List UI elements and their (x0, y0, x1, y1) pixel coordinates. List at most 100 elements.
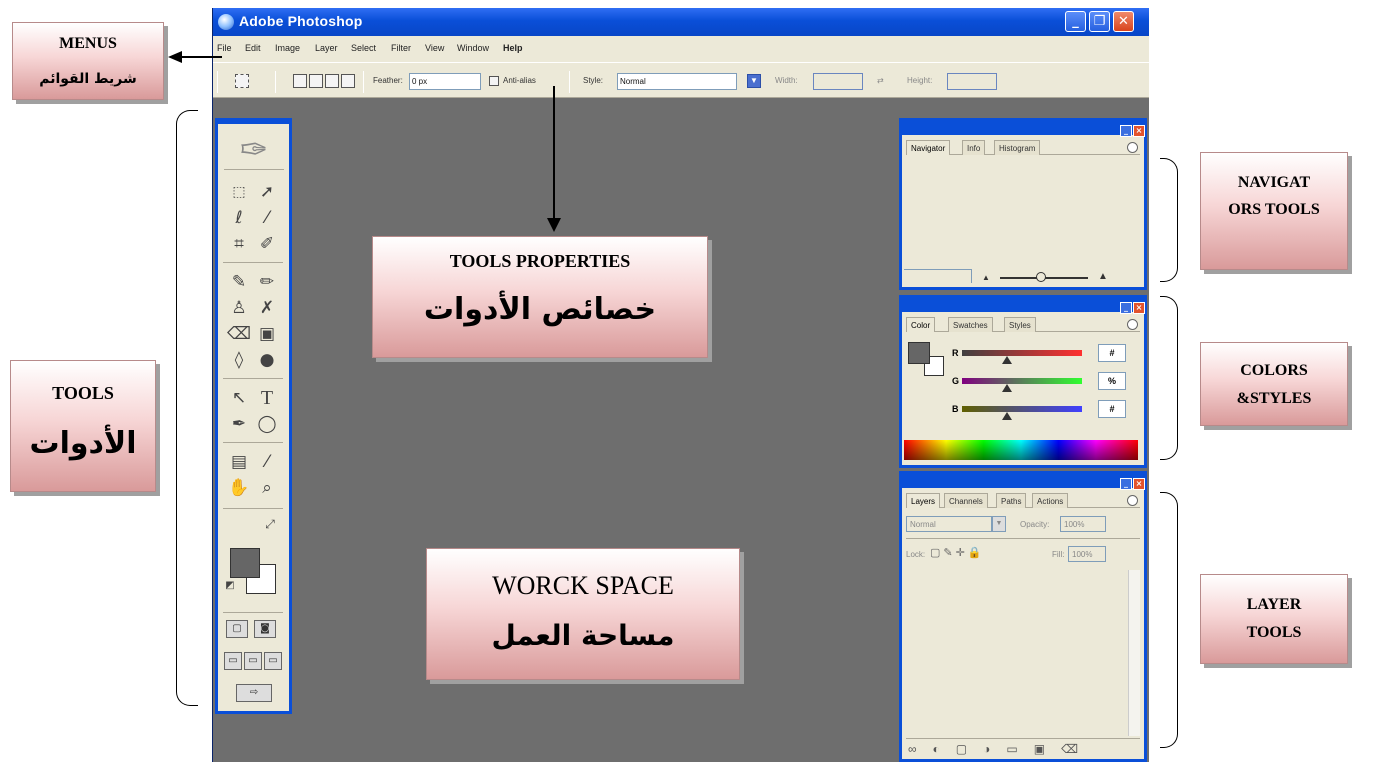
eyedropper-tool-icon[interactable]: ⁄ (254, 450, 280, 474)
pen-tool-icon[interactable]: ✒ (226, 412, 252, 436)
clone-stamp-tool-icon[interactable]: ♙ (226, 296, 252, 320)
title-bar[interactable]: Adobe Photoshop _ ❐ ✕ (213, 8, 1149, 36)
feather-input[interactable]: 0 px (409, 73, 481, 90)
palette-close-button[interactable]: × (1133, 125, 1145, 137)
minimize-button[interactable]: _ (1065, 11, 1086, 32)
zoom-tool-icon[interactable]: ⌕ (254, 476, 280, 500)
tab-actions[interactable]: Actions (1032, 493, 1069, 508)
red-slider-thumb[interactable] (1002, 356, 1012, 364)
menu-filter[interactable]: Filter (391, 43, 411, 53)
subtract-selection-icon[interactable] (325, 74, 339, 88)
menu-view[interactable]: View (425, 43, 444, 53)
menu-layer[interactable]: Layer (315, 43, 338, 53)
zoom-percent-field[interactable] (904, 269, 972, 283)
path-selection-tool-icon[interactable]: ↖ (226, 386, 252, 410)
shape-tool-icon[interactable]: ◯ (254, 412, 280, 436)
opacity-field[interactable]: 100% (1060, 516, 1106, 532)
hand-tool-icon[interactable]: ✋ (226, 476, 252, 500)
fill-field[interactable]: 100% (1068, 546, 1106, 562)
healing-brush-tool-icon[interactable]: ✎ (226, 270, 252, 294)
default-colors-icon[interactable]: ◩ (224, 580, 236, 592)
menu-window[interactable]: Window (457, 43, 489, 53)
zoom-out-icon[interactable]: ▲ (982, 273, 990, 282)
tab-info[interactable]: Info (962, 140, 986, 155)
new-selection-icon[interactable] (293, 74, 307, 88)
layers-scrollbar[interactable] (1128, 570, 1140, 736)
menu-image[interactable]: Image (275, 43, 300, 53)
palette-close-button[interactable]: × (1133, 478, 1145, 490)
layer-actions-icons[interactable]: ∞◐▢◑▭▣⌫ (908, 742, 1094, 756)
type-tool-icon[interactable]: T (254, 386, 280, 410)
menu-edit[interactable]: Edit (245, 43, 261, 53)
green-slider-thumb[interactable] (1002, 384, 1012, 392)
chevron-down-icon[interactable]: ▼ (747, 74, 761, 88)
zoom-in-icon[interactable]: ▲ (1098, 271, 1108, 282)
standard-mode-icon[interactable]: ▢ (226, 620, 248, 638)
blue-slider-thumb[interactable] (1002, 412, 1012, 420)
blend-mode-select[interactable]: Normal (906, 516, 992, 532)
standard-screen-icon[interactable]: ▭ (224, 652, 242, 670)
lock-options-icons[interactable]: ▢✎✛🔒 (930, 546, 985, 559)
layers-list[interactable] (906, 570, 1128, 736)
green-value-field[interactable]: % (1098, 372, 1126, 390)
full-screen-icon[interactable]: ▭ (264, 652, 282, 670)
tab-channels[interactable]: Channels (944, 493, 988, 508)
quick-mask-icon[interactable]: ◙ (254, 620, 276, 638)
palette-close-button[interactable]: × (1133, 302, 1145, 314)
eraser-tool-icon[interactable]: ⌫ (226, 322, 252, 346)
dodge-tool-icon[interactable]: ● (254, 348, 280, 372)
photoshop-feather-logo[interactable]: ✑ (224, 130, 284, 170)
color-foreground-swatch[interactable] (908, 342, 930, 364)
color-spectrum-bar[interactable] (904, 440, 1138, 460)
green-slider-label: G (952, 376, 960, 386)
tab-layers[interactable]: Layers (906, 493, 941, 508)
add-selection-icon[interactable] (309, 74, 323, 88)
tab-swatches[interactable]: Swatches (948, 317, 993, 332)
palette-minimize-button[interactable]: _ (1120, 478, 1132, 490)
blue-slider[interactable] (962, 406, 1082, 412)
zoom-slider-thumb[interactable] (1036, 272, 1046, 282)
swap-dimensions-icon[interactable]: ⇄ (877, 76, 884, 85)
palette-menu-icon[interactable] (1127, 495, 1138, 506)
foreground-color-swatch[interactable] (230, 548, 260, 578)
slice-tool-icon[interactable]: ✐ (254, 232, 280, 256)
green-slider[interactable] (962, 378, 1082, 384)
gradient-tool-icon[interactable]: ▣ (254, 322, 280, 346)
menu-select[interactable]: Select (351, 43, 376, 53)
marquee-tool-icon[interactable]: ⬚ (226, 180, 252, 204)
tab-color[interactable]: Color (906, 317, 936, 332)
maximize-button[interactable]: ❐ (1089, 11, 1110, 32)
tab-styles[interactable]: Styles (1004, 317, 1036, 332)
red-value-field[interactable]: # (1098, 344, 1126, 362)
crop-tool-icon[interactable]: ⌗ (226, 232, 252, 256)
menu-help[interactable]: Help (503, 43, 523, 53)
antialias-checkbox[interactable] (489, 76, 499, 86)
history-brush-tool-icon[interactable]: ✗ (254, 296, 280, 320)
full-screen-menu-icon[interactable]: ▭ (244, 652, 262, 670)
swap-colors-icon[interactable]: ⤢ (262, 516, 278, 532)
marquee-preset-icon[interactable] (235, 74, 249, 88)
move-tool-icon[interactable]: ➚ (254, 180, 280, 204)
menu-file[interactable]: File (217, 43, 232, 53)
brush-tool-icon[interactable]: ✏ (254, 270, 280, 294)
close-button[interactable]: ✕ (1113, 11, 1134, 32)
style-select[interactable]: Normal (617, 73, 737, 90)
height-input[interactable] (947, 73, 997, 90)
palette-minimize-button[interactable]: _ (1120, 302, 1132, 314)
blur-tool-icon[interactable]: ◊ (226, 348, 252, 372)
red-slider[interactable] (962, 350, 1082, 356)
blue-value-field[interactable]: # (1098, 400, 1126, 418)
palette-menu-icon[interactable] (1127, 319, 1138, 330)
tab-navigator[interactable]: Navigator (906, 140, 951, 155)
magic-wand-tool-icon[interactable]: ⁄ (254, 206, 280, 230)
lasso-tool-icon[interactable]: ℓ (226, 206, 252, 230)
palette-minimize-button[interactable]: _ (1120, 125, 1132, 137)
intersect-selection-icon[interactable] (341, 74, 355, 88)
jump-to-imageready-icon[interactable]: ⇨ (236, 684, 272, 702)
tab-paths[interactable]: Paths (996, 493, 1027, 508)
palette-menu-icon[interactable] (1127, 142, 1138, 153)
width-input[interactable] (813, 73, 863, 90)
chevron-down-icon[interactable]: ▼ (992, 516, 1006, 532)
notes-tool-icon[interactable]: ▤ (226, 450, 252, 474)
tab-histogram[interactable]: Histogram (994, 140, 1041, 155)
